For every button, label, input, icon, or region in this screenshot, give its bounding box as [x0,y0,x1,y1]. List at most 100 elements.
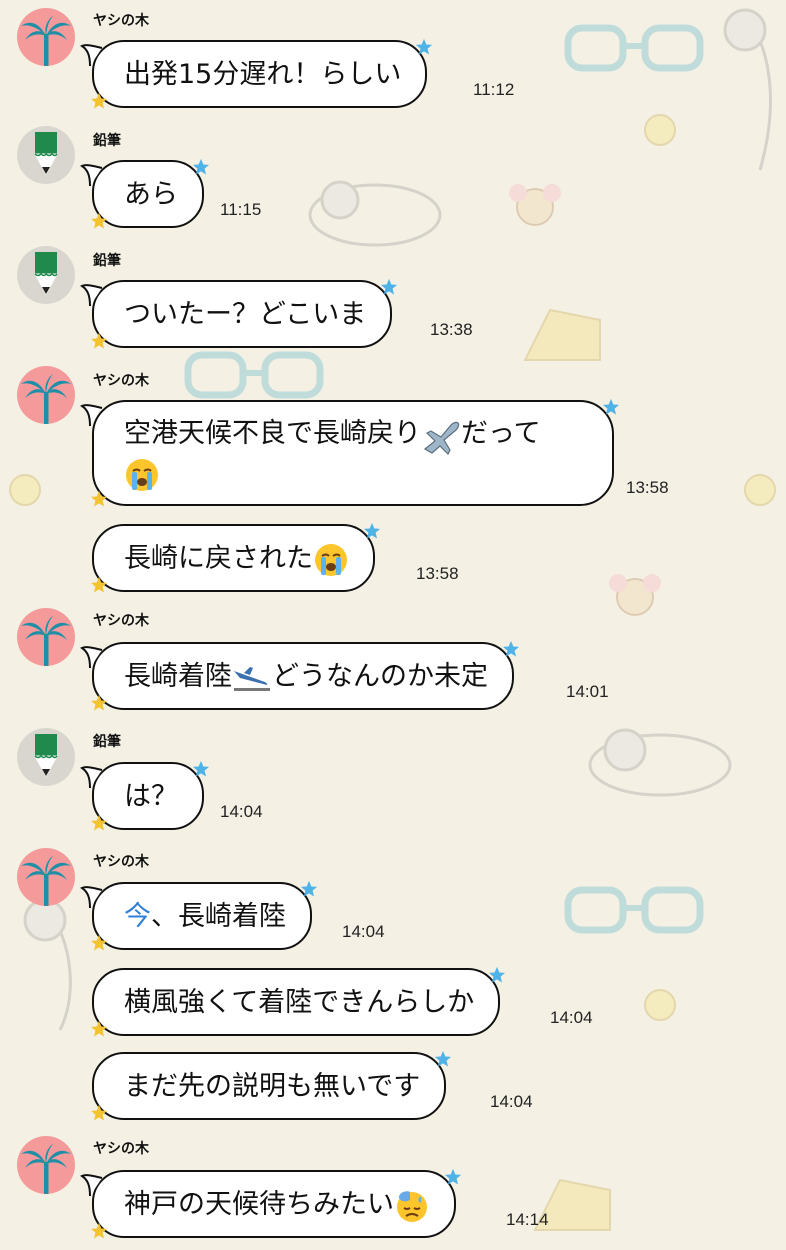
loudly-crying-face-emoji [313,542,349,578]
message-text: 長崎に戻された [124,543,313,574]
star-yellow-icon [90,92,108,110]
sender-name: ヤシの木 [93,613,149,629]
wallpaper-mouse-1 [500,175,570,235]
sender-avatar-palm[interactable] [17,1136,75,1194]
star-blue-icon [300,880,318,898]
message-text: 長崎着陸 [124,661,232,692]
star-yellow-icon [90,1222,108,1240]
star-blue-icon [602,398,620,416]
wallpaper-mouse-2 [600,565,670,625]
loudly-crying-face-emoji [124,457,160,493]
airplane-arrival-emoji [232,663,272,693]
message-text: あら [124,179,178,210]
message-time: 14:04 [220,802,263,821]
message-text: 横風強くて着陸できんらしか [124,987,475,1018]
wallpaper-chick-2 [740,470,780,510]
star-blue-icon [192,158,210,176]
star-blue-icon [380,278,398,296]
message-time: 11:12 [473,80,515,99]
message-bubble[interactable]: 空港天候不良で長崎戻り だって [92,400,614,506]
sender-avatar-palm[interactable] [17,8,75,66]
palm-tree-icon [17,848,75,906]
message-text: まだ先の説明も無いです [124,1071,421,1102]
message-text: 空港天候不良で長崎戻り [124,418,421,449]
star-blue-icon [434,1050,452,1068]
pencil-icon [17,246,75,304]
message-time: 14:14 [506,1210,549,1229]
star-blue-icon [363,522,381,540]
bubble-tail [80,646,104,668]
message-text-b: どうなんのか未定 [272,661,488,692]
wallpaper-cheese-1 [520,300,610,370]
star-yellow-icon [90,576,108,594]
star-blue-icon [488,966,506,984]
sender-avatar-pencil[interactable] [17,728,75,786]
message-bubble[interactable]: 今、長崎着陸 [92,882,312,950]
wallpaper-glasses-2 [180,345,330,405]
downcast-face-with-sweat-emoji [394,1188,430,1224]
wallpaper-glasses-3 [560,880,710,940]
message-bubble[interactable]: 長崎に戻された [92,524,375,592]
message-time: 14:04 [550,1008,593,1027]
message-text: ついたー？どこいま [124,299,367,330]
wallpaper-dog-1 [300,165,450,255]
message-text: 出発15分遅れ！らしい [124,59,402,90]
wallpaper-chick-3 [5,470,45,510]
bubble-tail [80,164,104,186]
sender-avatar-palm[interactable] [17,608,75,666]
pencil-icon [17,728,75,786]
message-bubble[interactable]: 出発15分遅れ！らしい [92,40,427,108]
wallpaper-chick-4 [640,985,680,1025]
sender-avatar-pencil[interactable] [17,126,75,184]
wallpaper-chick-1 [640,110,680,150]
message-bubble[interactable]: 神戸の天候待ちみたい [92,1170,456,1238]
star-blue-icon [192,760,210,778]
sender-name: ヤシの木 [93,1141,149,1157]
bubble-tail [80,886,104,908]
message-time: 11:15 [220,200,262,219]
palm-tree-icon [17,608,75,666]
bubble-tail [80,284,104,306]
message-time: 14:01 [566,682,609,701]
star-yellow-icon [90,1020,108,1038]
bubble-tail [80,766,104,788]
message-time: 14:04 [342,922,385,941]
star-yellow-icon [90,490,108,508]
sender-name: 鉛筆 [93,253,121,269]
star-yellow-icon [90,814,108,832]
message-time: 14:04 [490,1092,533,1111]
sender-name: 鉛筆 [93,734,121,750]
airplane-emoji [421,415,461,455]
bubble-tail [80,44,104,66]
message-link[interactable]: 今 [124,901,151,932]
message-text: 、長崎着陸 [151,901,286,932]
palm-tree-icon [17,8,75,66]
message-bubble[interactable]: は？ [92,762,204,830]
message-bubble[interactable]: 横風強くて着陸できんらしか [92,968,500,1036]
bubble-tail [80,1174,104,1196]
palm-tree-icon [17,366,75,424]
pencil-icon [17,126,75,184]
message-text: は？ [124,781,178,812]
wallpaper-cat-2 [0,890,90,1040]
message-time: 13:58 [626,478,669,497]
sender-name: 鉛筆 [93,133,121,149]
sender-name: ヤシの木 [93,373,149,389]
message-bubble[interactable]: 長崎着陸 どうなんのか未定 [92,642,514,710]
message-bubble[interactable]: ついたー？どこいま [92,280,392,348]
wallpaper-cat-1 [700,0,786,180]
star-yellow-icon [90,332,108,350]
star-yellow-icon [90,934,108,952]
sender-avatar-pencil[interactable] [17,246,75,304]
sender-avatar-palm[interactable] [17,366,75,424]
wallpaper-dog-2 [580,715,740,805]
wallpaper-glasses-1 [560,18,710,78]
palm-tree-icon [17,1136,75,1194]
message-bubble[interactable]: まだ先の説明も無いです [92,1052,446,1120]
sender-name: ヤシの木 [93,13,149,29]
sender-avatar-palm[interactable] [17,848,75,906]
bubble-tail [80,404,104,426]
message-text: 神戸の天候待ちみたい [124,1189,394,1220]
message-bubble[interactable]: あら [92,160,204,228]
message-text-b: だって [461,418,541,449]
